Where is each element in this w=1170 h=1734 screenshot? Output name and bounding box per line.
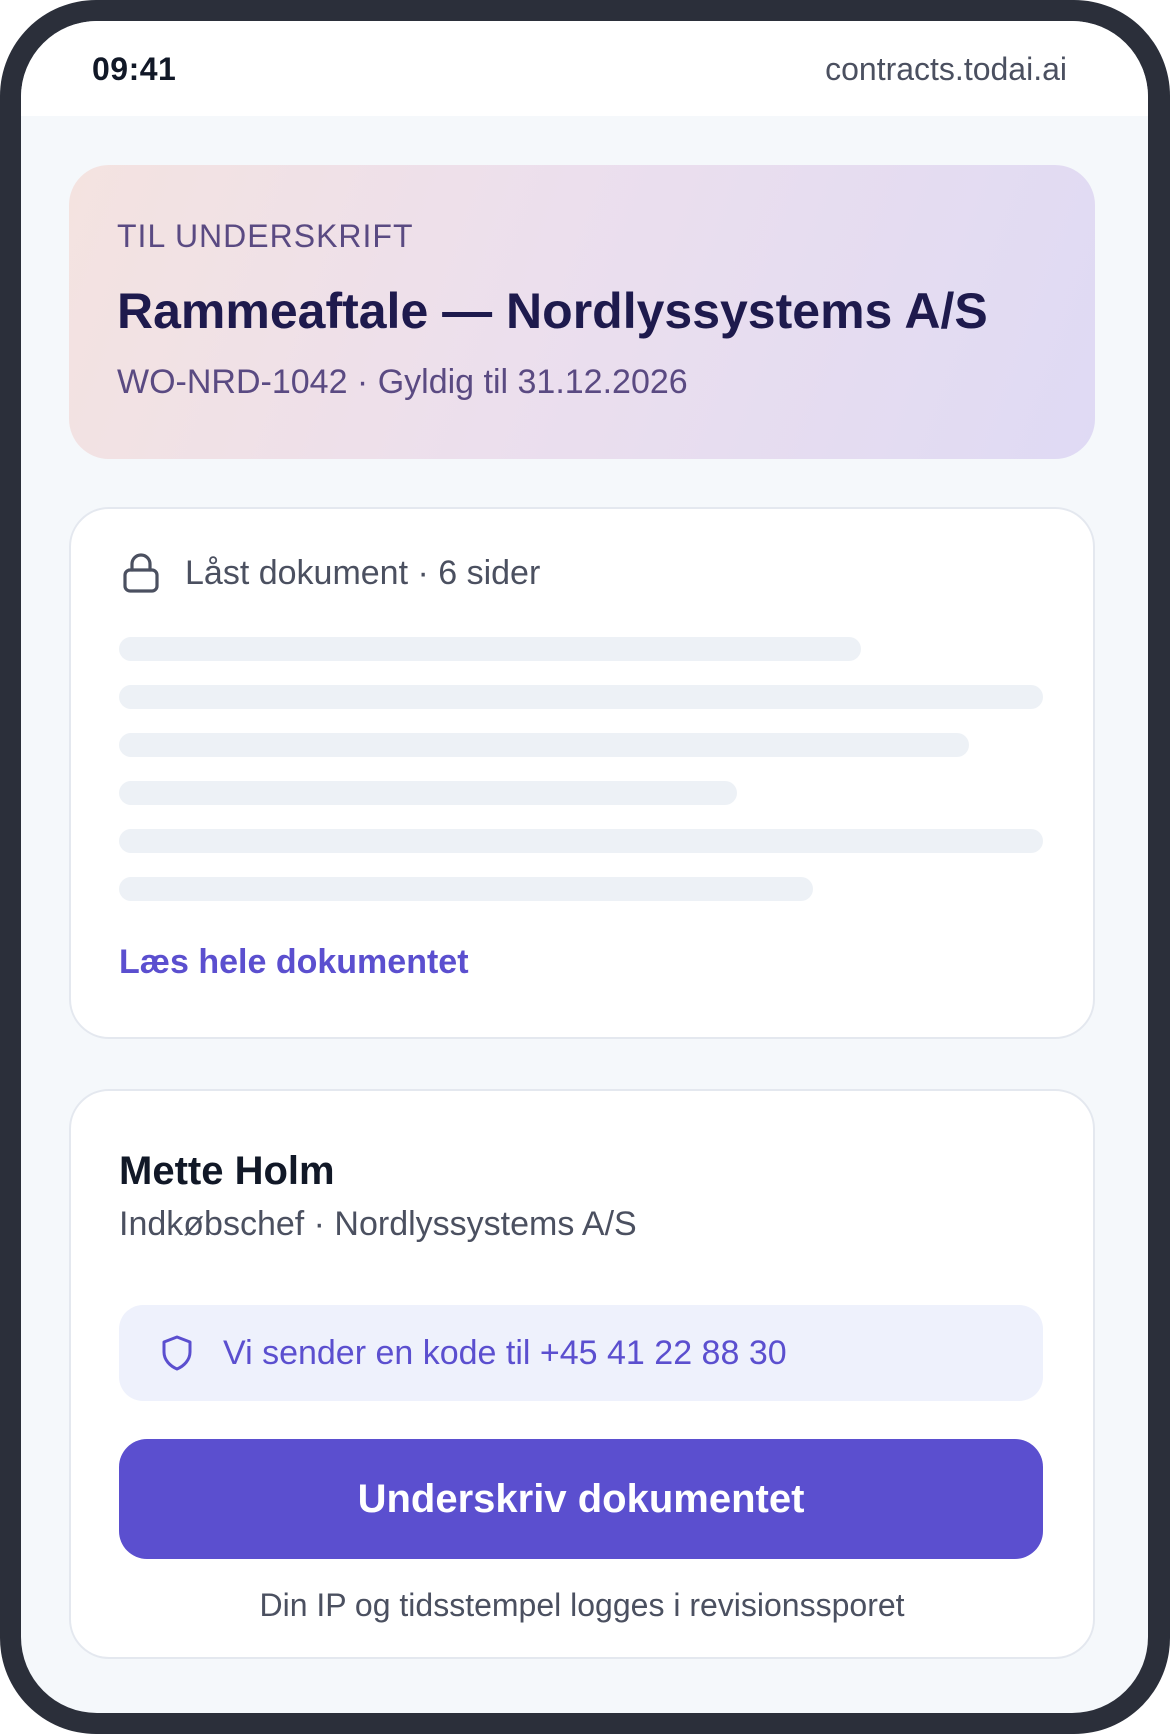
url-bar[interactable]: contracts.todai.ai bbox=[825, 51, 1067, 88]
otp-text: Vi sender en kode til +45 41 22 88 30 bbox=[223, 1333, 787, 1372]
skeleton-line bbox=[119, 685, 1043, 709]
document-status-text: Låst dokument · 6 sider bbox=[185, 553, 541, 592]
status-time: 09:41 bbox=[92, 51, 177, 87]
contract-meta: WO-NRD-1042 · Gyldig til 31.12.2026 bbox=[117, 363, 688, 401]
signer-role: Indkøbschef · Nordlyssystems A/S bbox=[119, 1205, 637, 1243]
contract-header-card: TIL UNDERSKRIFT Rammeaftale — Nordlyssys… bbox=[69, 165, 1095, 459]
status-bar: 09:41 contracts.todai.ai bbox=[21, 21, 1148, 116]
otp-notice: Vi sender en kode til +45 41 22 88 30 bbox=[119, 1305, 1043, 1401]
audit-note: Din IP og tidsstempel logges i revisions… bbox=[259, 1587, 905, 1623]
skeleton-line bbox=[119, 733, 969, 757]
read-full-document-link[interactable]: Læs hele dokumentet bbox=[119, 943, 469, 982]
phone-frame: 09:41 contracts.todai.ai TIL UNDERSKRIFT… bbox=[0, 0, 1170, 1734]
contract-title: Rammeaftale — Nordlyssystems A/S bbox=[117, 283, 988, 339]
skeleton-line bbox=[119, 829, 1043, 853]
skeleton-line bbox=[119, 637, 861, 661]
signer-name: Mette Holm bbox=[119, 1149, 335, 1193]
document-status-row: Låst dokument · 6 sider bbox=[119, 549, 540, 597]
sign-document-button[interactable]: Underskriv dokumentet bbox=[119, 1439, 1043, 1559]
document-preview-card: Låst dokument · 6 sider Læs hele dokumen… bbox=[69, 507, 1095, 1039]
screen: 09:41 contracts.todai.ai TIL UNDERSKRIFT… bbox=[21, 21, 1148, 1713]
lock-icon bbox=[119, 551, 163, 595]
skeleton-line bbox=[119, 781, 737, 805]
header-eyebrow: TIL UNDERSKRIFT bbox=[117, 218, 414, 254]
signer-card: Mette Holm Indkøbschef · Nordlyssystems … bbox=[69, 1089, 1095, 1659]
shield-icon bbox=[157, 1333, 197, 1373]
skeleton-line bbox=[119, 877, 813, 901]
